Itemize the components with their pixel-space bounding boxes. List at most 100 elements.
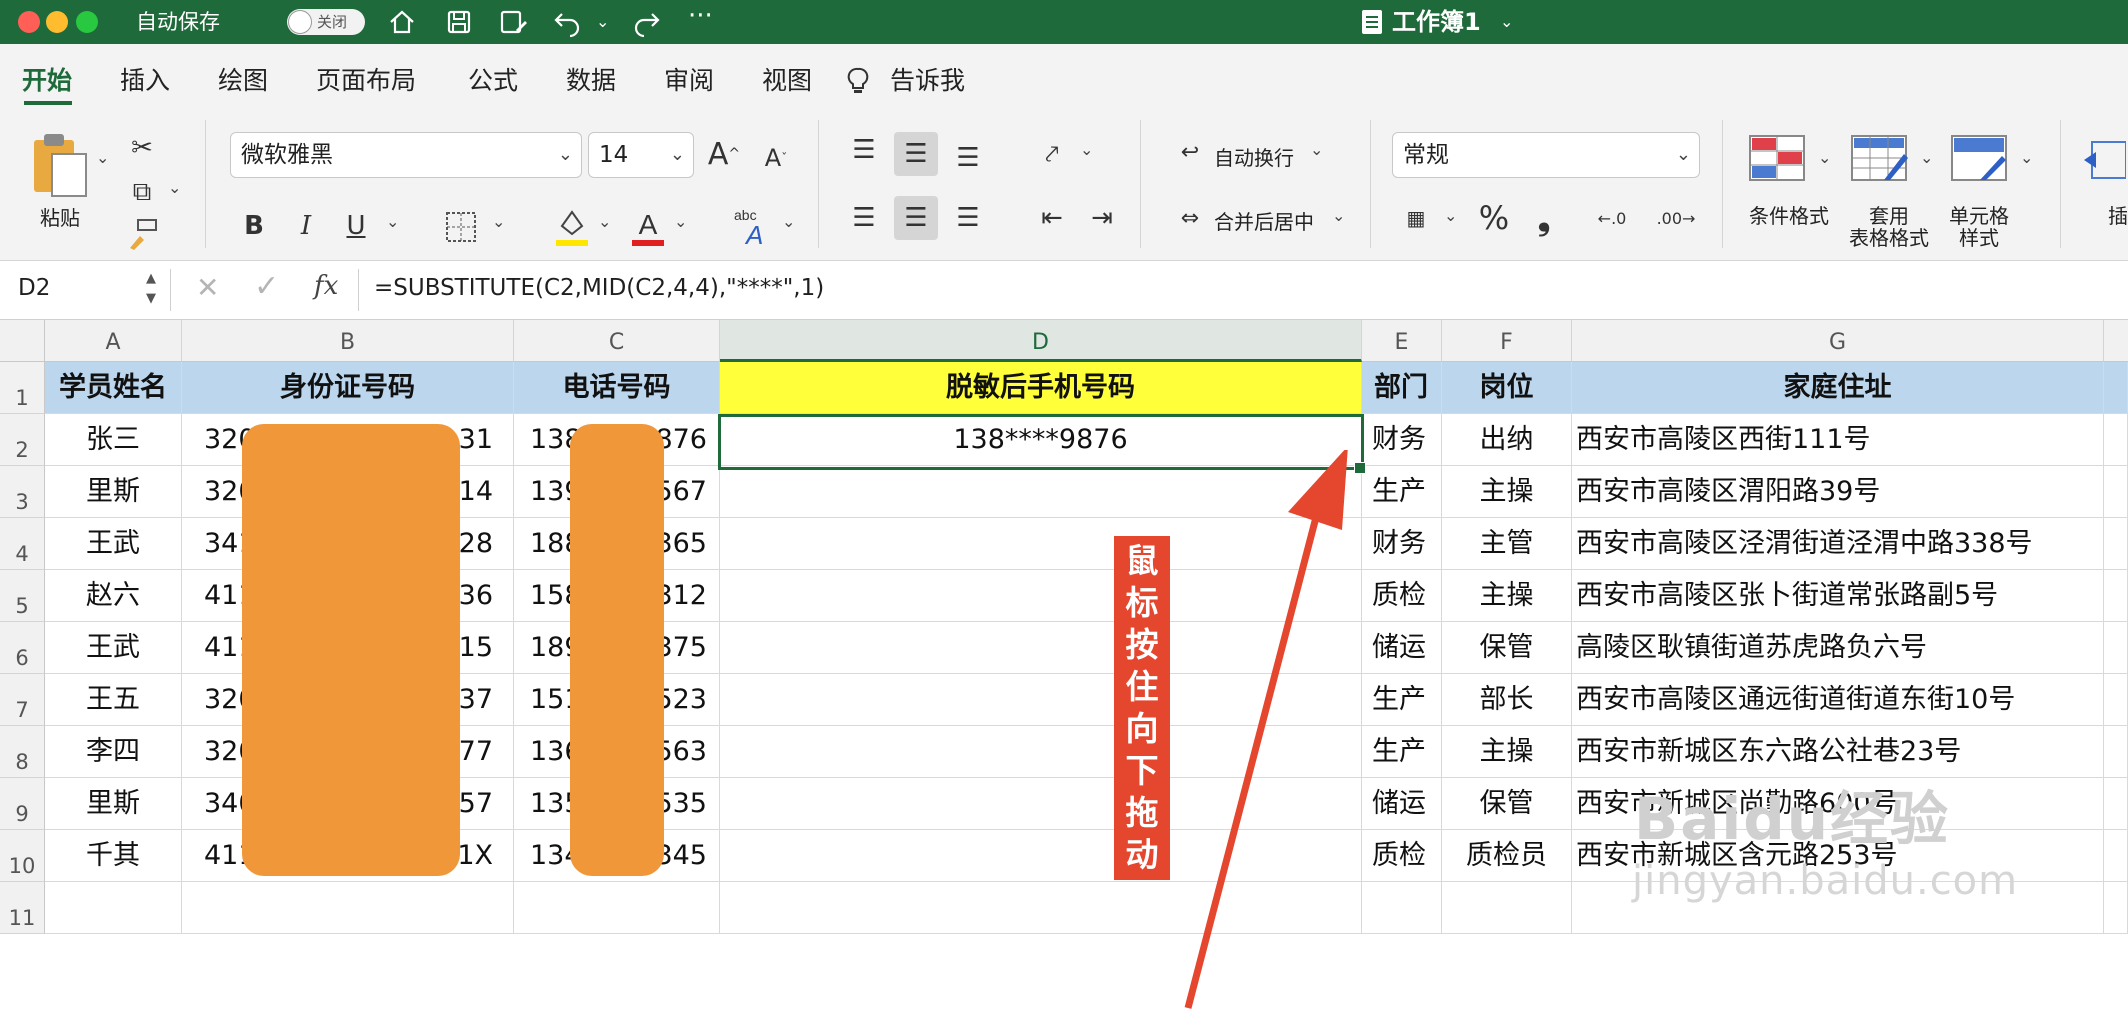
name-box-up-icon[interactable]: ▲: [146, 271, 156, 286]
cell-address[interactable]: 西安市新城区东六路公社巷23号: [1572, 726, 2104, 778]
tab-draw[interactable]: 绘图: [218, 44, 268, 108]
cell-styles-icon[interactable]: [1950, 134, 2008, 182]
fill-color-icon[interactable]: [554, 204, 590, 248]
cell-department[interactable]: 质检: [1362, 830, 1442, 882]
tab-data[interactable]: 数据: [566, 44, 616, 108]
row-header[interactable]: 2: [0, 414, 45, 466]
phonetic-chevron-icon[interactable]: ⌄: [782, 212, 795, 231]
header-student-name[interactable]: 学员姓名: [45, 362, 182, 414]
align-center-icon[interactable]: ☰: [894, 196, 938, 240]
row-header[interactable]: 11: [0, 882, 45, 934]
merge-center-button[interactable]: 合并后居中: [1214, 206, 1314, 235]
cell-department[interactable]: 财务: [1362, 518, 1442, 570]
cell-empty[interactable]: [1442, 882, 1572, 934]
save-as-icon[interactable]: [497, 6, 529, 38]
home-icon[interactable]: [386, 6, 418, 38]
cell-position[interactable]: 出纳: [1442, 414, 1572, 466]
increase-decimal-icon[interactable]: ←.0: [1590, 196, 1634, 240]
increase-font-size-icon[interactable]: A ^: [702, 132, 746, 176]
format-as-table-chevron-icon[interactable]: ⌄: [1920, 148, 1933, 167]
decrease-indent-icon[interactable]: ⇤: [1030, 196, 1074, 240]
tab-formulas[interactable]: 公式: [468, 44, 518, 108]
wrap-text-icon[interactable]: ↩: [1168, 130, 1212, 174]
cell-position[interactable]: 保管: [1442, 622, 1572, 674]
cell-position[interactable]: 主操: [1442, 726, 1572, 778]
save-icon[interactable]: [443, 6, 475, 38]
row-header[interactable]: 9: [0, 778, 45, 830]
conditional-formatting-chevron-icon[interactable]: ⌄: [1818, 148, 1831, 167]
cell-address[interactable]: 西安市高陵区西街111号: [1572, 414, 2104, 466]
font-size-select[interactable]: 14 ⌄: [588, 132, 694, 178]
autosave-toggle[interactable]: 关闭: [287, 9, 365, 35]
underline-chevron-icon[interactable]: ⌄: [386, 212, 399, 231]
cell-address[interactable]: 西安市高陵区张卜街道常张路副5号: [1572, 570, 2104, 622]
wrap-text-chevron-icon[interactable]: ⌄: [1310, 140, 1323, 159]
minimize-window-button[interactable]: [46, 11, 68, 33]
cell-empty[interactable]: [2104, 778, 2128, 830]
cell-empty[interactable]: [2104, 830, 2128, 882]
name-box[interactable]: D2 ▲ ▼: [0, 269, 171, 311]
column-header-g[interactable]: G: [1572, 320, 2104, 362]
cell-department[interactable]: 质检: [1362, 570, 1442, 622]
comma-style-button[interactable]: ❟: [1522, 196, 1566, 240]
wrap-text-button[interactable]: 自动换行: [1214, 142, 1294, 171]
borders-icon[interactable]: [444, 210, 478, 244]
accounting-chevron-icon[interactable]: ⌄: [1444, 206, 1457, 225]
cell-empty[interactable]: [2104, 414, 2128, 466]
cell-empty[interactable]: [2104, 362, 2128, 414]
cell-empty[interactable]: [2104, 882, 2128, 934]
phonetic-guide-icon[interactable]: abcA: [730, 204, 778, 248]
insert-cells-icon[interactable]: [2082, 138, 2126, 182]
cell-department[interactable]: 生产: [1362, 466, 1442, 518]
column-header-h-partial[interactable]: [2104, 320, 2128, 362]
cell-student-name[interactable]: 李四: [45, 726, 182, 778]
cell-student-name[interactable]: 千其: [45, 830, 182, 882]
row-header[interactable]: 7: [0, 674, 45, 726]
cell-position[interactable]: 主管: [1442, 518, 1572, 570]
accounting-format-icon[interactable]: ▦: [1394, 196, 1438, 240]
header-department[interactable]: 部门: [1362, 362, 1442, 414]
number-format-select[interactable]: 常规 ⌄: [1392, 132, 1700, 178]
header-address[interactable]: 家庭住址: [1572, 362, 2104, 414]
text-orientation-icon[interactable]: ⤤: [1030, 132, 1074, 176]
column-header-e[interactable]: E: [1362, 320, 1442, 362]
merge-center-icon[interactable]: ⇔: [1168, 196, 1212, 240]
cell-empty[interactable]: [514, 882, 720, 934]
bold-button[interactable]: B: [232, 204, 276, 248]
cancel-icon[interactable]: ✕: [196, 271, 219, 304]
row-header[interactable]: 8: [0, 726, 45, 778]
percent-style-button[interactable]: %: [1472, 196, 1516, 240]
header-phone[interactable]: 电话号码: [514, 362, 720, 414]
insert-function-icon[interactable]: fx: [314, 271, 338, 301]
header-masked-phone[interactable]: 脱敏后手机号码: [720, 362, 1362, 414]
cell-empty[interactable]: [182, 882, 514, 934]
italic-button[interactable]: I: [284, 204, 328, 248]
cell-position[interactable]: 部长: [1442, 674, 1572, 726]
font-color-icon[interactable]: A: [630, 204, 666, 248]
cell-empty[interactable]: [2104, 570, 2128, 622]
tab-page-layout[interactable]: 页面布局: [316, 44, 416, 108]
row-header[interactable]: 4: [0, 518, 45, 570]
underline-button[interactable]: U: [334, 204, 378, 248]
conditional-formatting-icon[interactable]: [1748, 134, 1806, 182]
tab-insert[interactable]: 插入: [120, 44, 170, 108]
cell-address[interactable]: 高陵区耿镇街道苏虎路负六号: [1572, 622, 2104, 674]
format-as-table-icon[interactable]: [1850, 134, 1908, 182]
formula-input[interactable]: =SUBSTITUTE(C2,MID(C2,4,4),"****",1): [374, 275, 824, 301]
cell-empty[interactable]: [45, 882, 182, 934]
cell-empty[interactable]: [2104, 622, 2128, 674]
close-window-button[interactable]: [18, 11, 40, 33]
cell-student-name[interactable]: 里斯: [45, 778, 182, 830]
column-header-b[interactable]: B: [182, 320, 514, 362]
borders-chevron-icon[interactable]: ⌄: [492, 212, 505, 231]
cell-position[interactable]: 主操: [1442, 466, 1572, 518]
redo-icon[interactable]: [630, 6, 662, 38]
cell-student-name[interactable]: 里斯: [45, 466, 182, 518]
column-header-c[interactable]: C: [514, 320, 720, 362]
copy-icon[interactable]: ⧉: [120, 170, 164, 214]
more-icon[interactable]: ···: [688, 0, 713, 38]
undo-dropdown-chevron-icon[interactable]: ⌄: [596, 0, 609, 44]
cell-student-name[interactable]: 赵六: [45, 570, 182, 622]
cell-department[interactable]: 财务: [1362, 414, 1442, 466]
row-header[interactable]: 10: [0, 830, 45, 882]
